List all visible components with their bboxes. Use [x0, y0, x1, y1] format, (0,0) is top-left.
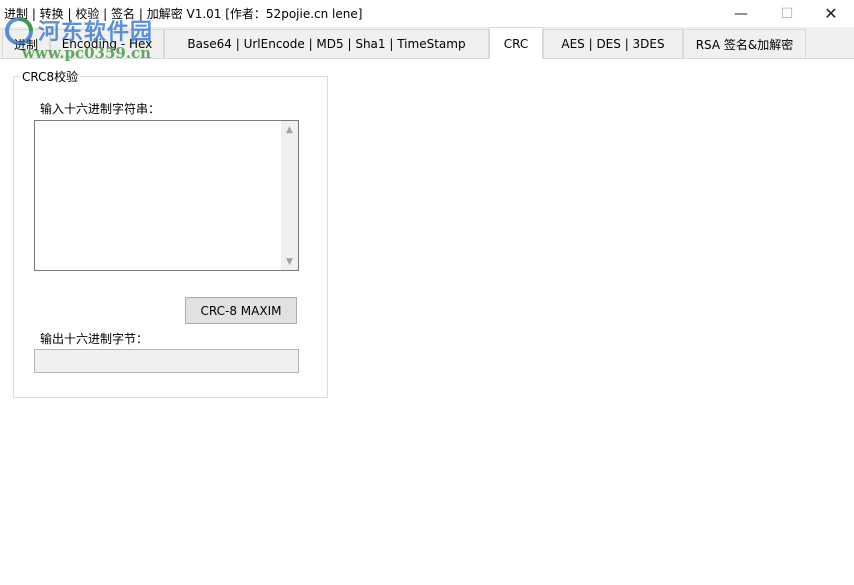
tab-label: AES | DES | 3DES: [561, 37, 665, 51]
maximize-icon: ☐: [780, 5, 794, 22]
tab-label: RSA 签名&加解密: [695, 37, 794, 52]
tab-label: 进制: [13, 37, 38, 52]
crc8-maxim-button-label: CRC-8 MAXIM: [200, 303, 282, 318]
scroll-up-icon[interactable]: ▲: [281, 121, 298, 138]
output-label: 输出十六进制字节：: [40, 332, 149, 346]
close-icon: ✕: [824, 4, 838, 23]
close-button[interactable]: ✕: [808, 0, 854, 27]
tab-base64-url-md5-sha1-timestamp[interactable]: Base64 | UrlEncode | MD5 | Sha1 | TimeSt…: [164, 29, 489, 58]
input-label: 输入十六进制字符串：: [40, 102, 161, 116]
hex-output-field[interactable]: [34, 349, 299, 373]
tab-base-conversion[interactable]: 进制: [2, 29, 50, 58]
crc8-maxim-button[interactable]: CRC-8 MAXIM: [185, 297, 297, 324]
tab-label: Encoding - Hex: [61, 37, 153, 51]
minimize-button[interactable]: —: [718, 0, 764, 27]
tab-encoding-hex[interactable]: Encoding - Hex: [50, 29, 164, 58]
tab-label: CRC: [503, 36, 529, 51]
tab-crc[interactable]: CRC: [489, 27, 543, 59]
input-scrollbar[interactable]: ▲ ▼: [281, 121, 298, 270]
scroll-down-icon[interactable]: ▼: [281, 253, 298, 270]
title-bar: 进制 | 转换 | 校验 | 签名 | 加解密 V1.01 [作者：52poji…: [0, 0, 854, 27]
minimize-icon: —: [734, 5, 748, 22]
crc8-group-title: CRC8校验: [20, 68, 81, 85]
hex-input-textarea[interactable]: ▲ ▼: [34, 120, 299, 271]
maximize-button[interactable]: ☐: [764, 0, 810, 27]
window-title: 进制 | 转换 | 校验 | 签名 | 加解密 V1.01 [作者：52poji…: [4, 7, 363, 21]
tab-rsa[interactable]: RSA 签名&加解密: [683, 29, 806, 58]
tab-label: Base64 | UrlEncode | MD5 | Sha1 | TimeSt…: [187, 37, 466, 51]
tab-aes-des-3des[interactable]: AES | DES | 3DES: [543, 29, 683, 58]
